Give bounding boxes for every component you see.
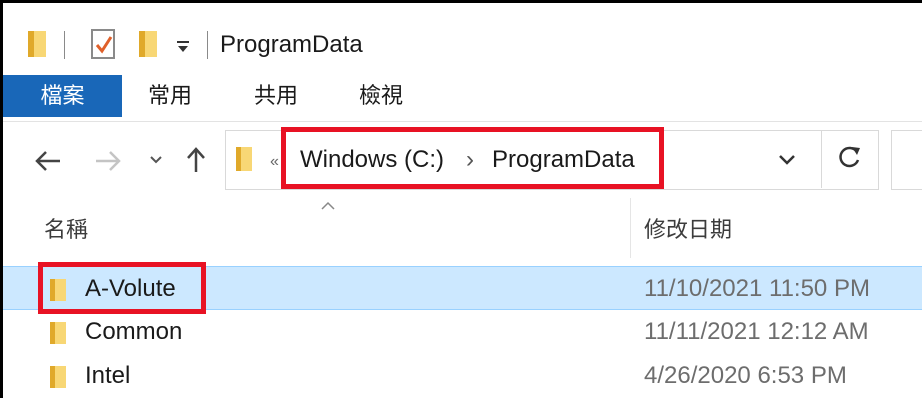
- toolbar-separator: [207, 31, 208, 59]
- tab-file[interactable]: 檔案: [3, 75, 122, 117]
- back-arrow-icon[interactable]: [31, 144, 65, 178]
- file-modified: 11/11/2021 12:12 AM: [644, 318, 869, 345]
- table-row[interactable]: Common 11/11/2021 12:12 AM: [3, 310, 922, 354]
- address-dropdown-icon[interactable]: [778, 153, 796, 171]
- address-folder-icon: [234, 145, 254, 178]
- forward-arrow-icon[interactable]: [91, 144, 125, 178]
- tab-view[interactable]: 檢視: [359, 75, 403, 117]
- file-name: Intel: [85, 362, 131, 389]
- ribbon-tabs: 檔案 常用 共用 檢視: [3, 75, 922, 122]
- breadcrumb-overflow[interactable]: «: [270, 145, 279, 179]
- search-box[interactable]: [891, 130, 922, 190]
- highlight-a-volute: [38, 262, 206, 314]
- file-modified: 11/10/2021 11:50 PM: [644, 275, 870, 302]
- navigation-bar: « Windows (C:) › ProgramData: [3, 122, 922, 198]
- up-arrow-icon[interactable]: [181, 142, 211, 178]
- refresh-icon: [838, 144, 862, 175]
- folder-icon[interactable]: [25, 27, 49, 61]
- column-header-name[interactable]: 名稱: [44, 212, 88, 244]
- properties-check-icon[interactable]: [87, 25, 119, 63]
- tab-share[interactable]: 共用: [254, 75, 298, 117]
- file-name: Common: [85, 318, 183, 345]
- new-folder-icon[interactable]: [136, 27, 160, 61]
- file-modified: 4/26/2020 6:53 PM: [644, 362, 847, 389]
- table-row[interactable]: Intel 4/26/2020 6:53 PM: [3, 354, 922, 398]
- window-title: ProgramData: [220, 31, 363, 58]
- refresh-button[interactable]: [821, 130, 878, 188]
- column-divider[interactable]: [630, 198, 631, 258]
- customize-dropdown-icon[interactable]: [173, 31, 193, 59]
- sort-ascending-icon: [320, 198, 336, 216]
- toolbar-separator: [64, 31, 65, 59]
- title-bar: ProgramData: [3, 3, 922, 75]
- highlight-address-path: [281, 127, 664, 189]
- column-header-modified[interactable]: 修改日期: [644, 212, 732, 244]
- recent-chevron-icon[interactable]: [146, 150, 166, 170]
- column-header-row: 名稱 修改日期: [3, 198, 922, 258]
- tab-home[interactable]: 常用: [148, 75, 192, 117]
- folder-icon: [48, 320, 68, 351]
- folder-icon: [48, 364, 68, 395]
